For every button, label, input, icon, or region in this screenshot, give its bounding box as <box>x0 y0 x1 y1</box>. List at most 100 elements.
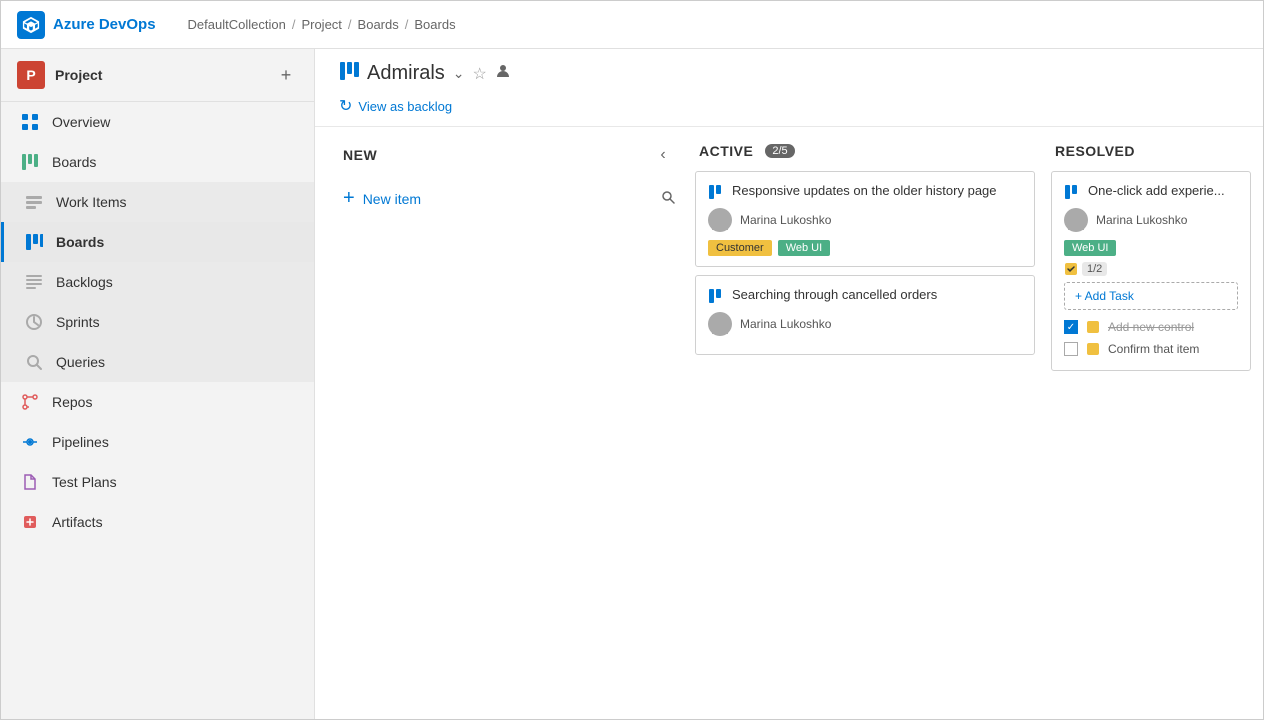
task-label-2: Confirm that item <box>1108 342 1199 356</box>
task-item-1[interactable]: ✓ Add new control <box>1064 316 1238 338</box>
card-title-1: Responsive updates on the older history … <box>732 182 997 200</box>
column-header-resolved: RESOLVED <box>1051 143 1251 159</box>
breadcrumb-sep-3: / <box>405 17 409 32</box>
column-title-new: NEW <box>343 147 377 163</box>
board-person-icon[interactable] <box>495 63 511 84</box>
sidebar-submenu-boards: Work Items Boards <box>1 182 314 382</box>
board-title-row: Admirals ⌄ ☆ <box>339 61 1239 86</box>
view-backlog-icon: ↻ <box>339 96 352 116</box>
sidebar-item-test-plans[interactable]: Test Plans <box>1 462 314 502</box>
column-resolved: RESOLVED One-click add experie... <box>1051 143 1251 719</box>
sidebar-item-repos[interactable]: Repos <box>1 382 314 422</box>
card-avatar-row-2: Marina Lukoshko <box>708 312 1022 336</box>
pipelines-icon <box>20 432 40 452</box>
column-title-resolved: RESOLVED <box>1055 143 1135 159</box>
card-resolved-user: Marina Lukoshko <box>1096 213 1187 227</box>
sidebar-item-boards-parent[interactable]: Boards <box>1 142 314 182</box>
test-plans-icon <box>20 472 40 492</box>
breadcrumb-sep-1: / <box>292 17 296 32</box>
task-checkbox-1[interactable]: ✓ <box>1064 320 1078 334</box>
breadcrumb-item-3[interactable]: Boards <box>358 17 399 32</box>
logo-icon <box>17 11 45 39</box>
board-header: Admirals ⌄ ☆ ↻ View as backlog <box>315 49 1263 127</box>
task-checkbox-2[interactable] <box>1064 342 1078 356</box>
sidebar-project: P Project + <box>1 49 314 102</box>
column-badge-active: 2/5 <box>765 144 794 158</box>
sidebar-item-label-work-items: Work Items <box>56 194 127 210</box>
sidebar-item-backlogs[interactable]: Backlogs <box>1 262 314 302</box>
card-resolved-avatar-row: Marina Lukoshko <box>1064 208 1238 232</box>
app-name-azure: Azure <box>53 16 99 33</box>
task-label-1: Add new control <box>1108 320 1194 334</box>
task-count: 1/2 <box>1064 262 1238 276</box>
board-chevron-icon[interactable]: ⌄ <box>453 65 465 82</box>
sidebar-item-label-overview: Overview <box>52 114 110 130</box>
artifacts-icon <box>20 512 40 532</box>
view-as-backlog-button[interactable]: ↻ View as backlog <box>339 94 452 118</box>
sidebar-item-label-pipelines: Pipelines <box>52 434 109 450</box>
column-collapse-new[interactable]: ‹ <box>651 143 675 167</box>
new-item-label[interactable]: New item <box>363 191 653 207</box>
sidebar-item-sprints[interactable]: Sprints <box>1 302 314 342</box>
board-grid-icon <box>339 61 359 86</box>
sidebar-item-label-boards-parent: Boards <box>52 154 96 170</box>
board-name: Admirals <box>367 62 445 85</box>
breadcrumb-sep-2: / <box>348 17 352 32</box>
card-responsive-updates[interactable]: Responsive updates on the older history … <box>695 171 1035 267</box>
card-title-2: Searching through cancelled orders <box>732 286 937 304</box>
sidebar-item-queries[interactable]: Queries <box>1 342 314 382</box>
repos-icon <box>20 392 40 412</box>
new-item-plus-button[interactable]: + <box>343 187 355 210</box>
sidebar-item-work-items[interactable]: Work Items <box>1 182 314 222</box>
column-header-active: ACTIVE 2/5 <box>695 143 1035 159</box>
boards-icon <box>24 232 44 252</box>
add-task-button[interactable]: + Add Task <box>1075 289 1227 303</box>
backlogs-icon <box>24 272 44 292</box>
card-tag-webui: Web UI <box>778 240 830 256</box>
sidebar-item-label-queries: Queries <box>56 354 105 370</box>
card-user-1: Marina Lukoshko <box>740 213 831 227</box>
card-resolved-tags: Web UI <box>1064 240 1238 256</box>
sidebar-item-label-backlogs: Backlogs <box>56 274 113 290</box>
board-columns: NEW ‹ + New item <box>315 127 1263 719</box>
breadcrumb-item-4[interactable]: Boards <box>414 17 455 32</box>
sidebar: P Project + Overview <box>1 49 315 719</box>
sidebar-item-overview[interactable]: Overview <box>1 102 314 142</box>
view-backlog-label: View as backlog <box>358 99 452 114</box>
add-task-area[interactable]: + Add Task <box>1064 282 1238 310</box>
breadcrumb: DefaultCollection / Project / Boards / B… <box>188 17 456 32</box>
add-project-button[interactable]: + <box>274 63 298 87</box>
overview-icon <box>20 112 40 132</box>
column-new: NEW ‹ + New item <box>339 143 679 719</box>
sidebar-item-boards[interactable]: Boards <box>1 222 314 262</box>
card-avatar-row-1: Marina Lukoshko <box>708 208 1022 232</box>
sidebar-item-label-sprints: Sprints <box>56 314 100 330</box>
card-resolved-title: One-click add experie... <box>1088 182 1225 200</box>
app-name-devops: DevOps <box>99 16 156 33</box>
card-searching-cancelled[interactable]: Searching through cancelled orders Marin… <box>695 275 1035 355</box>
task-count-badge: 1/2 <box>1082 262 1107 276</box>
board-star-icon[interactable]: ☆ <box>473 64 487 84</box>
breadcrumb-item-2[interactable]: Project <box>301 17 341 32</box>
sprints-icon <box>24 312 44 332</box>
sidebar-item-pipelines[interactable]: Pipelines <box>1 422 314 462</box>
sidebar-item-label-test-plans: Test Plans <box>52 474 117 490</box>
card-resolved-tag-webui: Web UI <box>1064 240 1116 256</box>
column-header-new: NEW ‹ <box>339 143 679 167</box>
card-one-click[interactable]: One-click add experie... Marina Lukoshko… <box>1051 171 1251 371</box>
task-item-2[interactable]: Confirm that item <box>1064 338 1238 360</box>
add-task-label: + Add Task <box>1075 289 1134 303</box>
new-item-search-icon[interactable] <box>661 190 675 207</box>
boards-parent-icon <box>20 152 40 172</box>
column-active: ACTIVE 2/5 Responsive updates on the old… <box>695 143 1035 719</box>
work-items-icon <box>24 192 44 212</box>
sidebar-item-artifacts[interactable]: Artifacts <box>1 502 314 542</box>
sidebar-item-label-artifacts: Artifacts <box>52 514 103 530</box>
new-item-row: + New item <box>339 179 679 218</box>
card-user-2: Marina Lukoshko <box>740 317 831 331</box>
breadcrumb-item-1[interactable]: DefaultCollection <box>188 17 286 32</box>
card-tag-customer: Customer <box>708 240 772 256</box>
logo[interactable]: Azure DevOps <box>17 11 156 39</box>
board-actions-row: ↻ View as backlog <box>339 94 1239 118</box>
project-name: Project <box>55 67 102 83</box>
